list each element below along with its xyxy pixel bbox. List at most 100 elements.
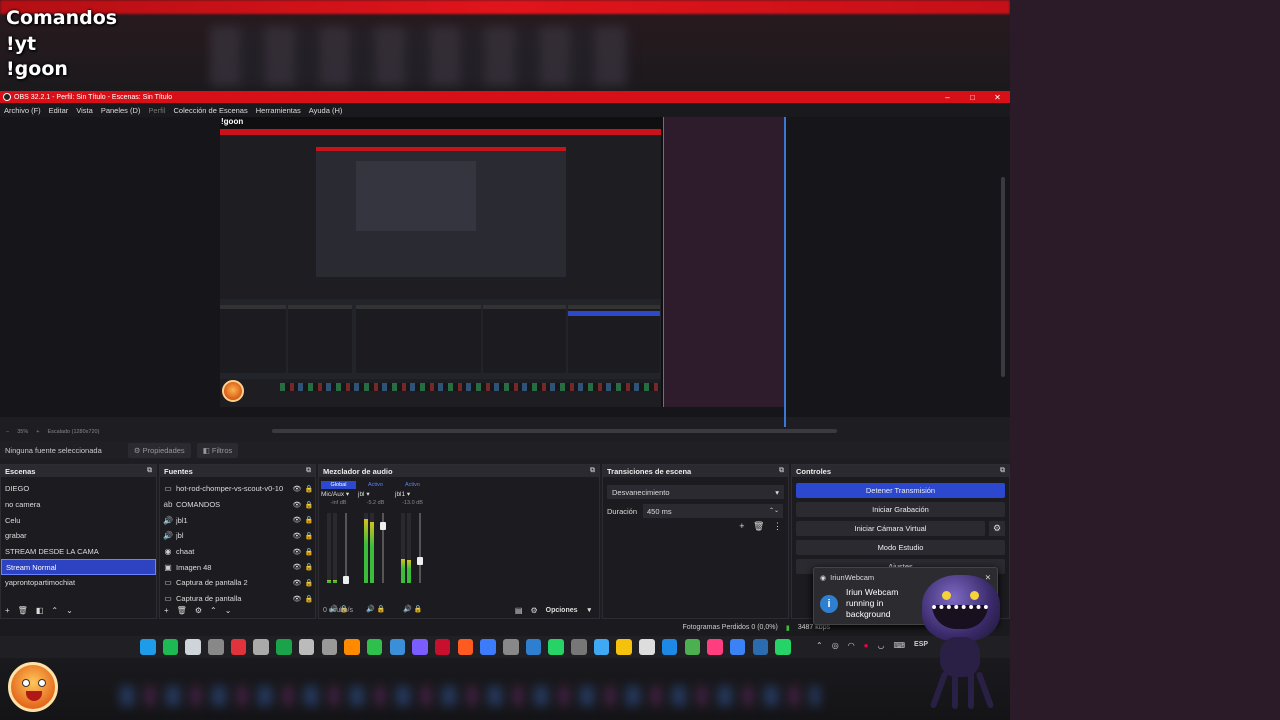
source-properties-button[interactable]: ⚙: [195, 606, 202, 615]
channel-device-select[interactable]: jbl ▾: [358, 490, 393, 498]
lock-icon[interactable]: 🔒: [303, 579, 315, 587]
source-item[interactable]: ▭ Captura de pantalla 2 👁 🔒: [160, 575, 315, 591]
network-icon[interactable]: ◠: [848, 641, 855, 650]
scene-item[interactable]: STREAM DESDE LA CAMA: [1, 544, 156, 560]
taskbar-app-icon[interactable]: [162, 639, 179, 655]
preview-canvas[interactable]: !goon: [0, 117, 1010, 433]
menu-vista[interactable]: Vista: [76, 106, 93, 115]
taskbar-app-icon[interactable]: [503, 639, 519, 655]
taskbar-app-icon[interactable]: [230, 639, 247, 655]
start-virtual-camera-button[interactable]: Iniciar Cámara Virtual: [796, 521, 985, 536]
channel-device-select[interactable]: jbl1 ▾: [395, 490, 430, 498]
taskbar-app-icon[interactable]: [208, 639, 224, 655]
taskbar-app-icon[interactable]: [593, 639, 610, 655]
taskbar-app-icon[interactable]: [321, 639, 337, 655]
taskbar-app-icon[interactable]: [434, 639, 451, 655]
scene-filters-button[interactable]: ◧: [36, 606, 44, 615]
scene-item[interactable]: Stream Normal: [1, 559, 156, 576]
close-button[interactable]: ✕: [985, 93, 1010, 102]
undock-icon[interactable]: ⧉: [147, 467, 152, 475]
mixer-options-button[interactable]: Opciones ▾: [546, 606, 591, 614]
preview-vertical-scrollbar[interactable]: [1001, 177, 1005, 377]
taskbar-app-icon[interactable]: [140, 639, 156, 655]
source-item[interactable]: 🔊 jbl1 👁 🔒: [160, 512, 315, 528]
transition-select[interactable]: Desvanecimiento ▾: [607, 485, 784, 499]
taskbar-app-icon[interactable]: [457, 639, 474, 655]
scene-item[interactable]: Celu: [1, 512, 156, 528]
taskbar-app-icon[interactable]: [389, 639, 406, 655]
taskbar-app-icon[interactable]: [344, 639, 360, 655]
move-down-button[interactable]: ⌄: [225, 606, 232, 615]
taskbar-app-icon[interactable]: [276, 639, 292, 655]
eye-icon[interactable]: 👁: [291, 548, 303, 556]
volume-fader[interactable]: [380, 513, 386, 583]
duration-input[interactable]: 450 ms ⌃⌄: [643, 504, 784, 518]
source-item[interactable]: ▣ Imagen 48 👁 🔒: [160, 559, 315, 575]
eye-icon[interactable]: 👁: [291, 516, 303, 524]
menu-ayuda[interactable]: Ayuda (H): [309, 106, 343, 115]
stop-streaming-button[interactable]: Detener Transmisión: [796, 483, 1005, 498]
add-transition-button[interactable]: +: [739, 521, 744, 531]
menu-archivo[interactable]: Archivo (F): [4, 106, 41, 115]
taskbar-app-icon[interactable]: [253, 639, 269, 655]
add-scene-button[interactable]: +: [5, 606, 10, 615]
taskbar-app-icon[interactable]: [548, 639, 564, 655]
eye-icon[interactable]: 👁: [291, 501, 303, 509]
stepper-icon[interactable]: ⌃⌄: [769, 507, 779, 515]
undock-icon[interactable]: ⧉: [1000, 467, 1005, 475]
source-item[interactable]: ◉ chaat 👁 🔒: [160, 544, 315, 560]
source-item[interactable]: ab COMANDOS 👁 🔒: [160, 497, 315, 513]
fader-handle[interactable]: [417, 557, 423, 566]
properties-button[interactable]: ⚙ Propiedades: [127, 442, 191, 458]
start-recording-button[interactable]: Iniciar Grabación: [796, 502, 1005, 517]
channel-device-select[interactable]: Mic/Aux ▾: [321, 490, 356, 498]
menu-perfil[interactable]: Perfil: [148, 106, 165, 115]
taskbar-app-icon[interactable]: [571, 639, 587, 655]
move-up-button[interactable]: ⌃: [210, 606, 217, 615]
fader-handle[interactable]: [343, 575, 349, 584]
menu-paneles[interactable]: Paneles (D): [101, 106, 141, 115]
maximize-button[interactable]: □: [960, 93, 985, 102]
source-item[interactable]: ▭ hot-rod-chomper-vs-scout-v0-10 👁 🔒: [160, 481, 315, 497]
eye-icon[interactable]: 👁: [291, 579, 303, 587]
minimize-button[interactable]: –: [935, 93, 960, 102]
taskbar-app-icon[interactable]: [366, 639, 383, 655]
keyboard-icon[interactable]: ⌨: [894, 641, 906, 650]
filters-button[interactable]: ◧ Filtros: [196, 442, 239, 458]
eye-icon[interactable]: 👁: [291, 485, 303, 493]
eye-icon[interactable]: 👁: [291, 563, 303, 571]
menu-editar[interactable]: Editar: [49, 106, 69, 115]
steam-tray-icon[interactable]: ◎: [832, 641, 839, 650]
gear-icon[interactable]: ⚙: [989, 521, 1005, 536]
taskbar-app-icon[interactable]: [616, 639, 632, 655]
undock-icon[interactable]: ⧉: [779, 467, 784, 475]
scene-item[interactable]: grabar: [1, 528, 156, 544]
studio-mode-button[interactable]: Modo Estudio: [796, 540, 1005, 555]
remove-scene-button[interactable]: 🗑: [18, 606, 28, 615]
taskbar-app-icon[interactable]: [525, 639, 542, 655]
preview-horizontal-scrollbar[interactable]: [272, 429, 837, 433]
taskbar-app-icon[interactable]: [729, 639, 746, 655]
lock-icon[interactable]: 🔒: [303, 563, 315, 571]
layout-icon[interactable]: ▤: [515, 606, 523, 615]
taskbar-app-icon[interactable]: [412, 639, 428, 655]
taskbar-app-icon[interactable]: [639, 639, 655, 655]
zoom-out-button[interactable]: −: [6, 429, 9, 435]
taskbar-app-icon[interactable]: [775, 639, 791, 655]
transition-menu-button[interactable]: ⋮: [773, 521, 782, 531]
scene-item[interactable]: yaprontopartimochiat: [1, 575, 156, 591]
lock-icon[interactable]: 🔒: [303, 501, 315, 509]
undock-icon[interactable]: ⧉: [306, 467, 311, 475]
move-down-button[interactable]: ⌄: [66, 606, 73, 615]
volume-fader[interactable]: [343, 513, 349, 584]
fader-handle[interactable]: [380, 521, 386, 530]
taskbar-app-icon[interactable]: [298, 639, 315, 655]
lock-icon[interactable]: 🔒: [303, 516, 315, 524]
taskbar-app-icon[interactable]: [707, 639, 723, 655]
mic-icon[interactable]: ●: [864, 641, 869, 650]
taskbar-app-icon[interactable]: [661, 639, 678, 655]
volume-fader[interactable]: [417, 513, 423, 583]
move-up-button[interactable]: ⌃: [51, 606, 58, 615]
remove-transition-button[interactable]: 🗑: [753, 521, 764, 531]
menu-coleccion[interactable]: Colección de Escenas: [174, 106, 248, 115]
